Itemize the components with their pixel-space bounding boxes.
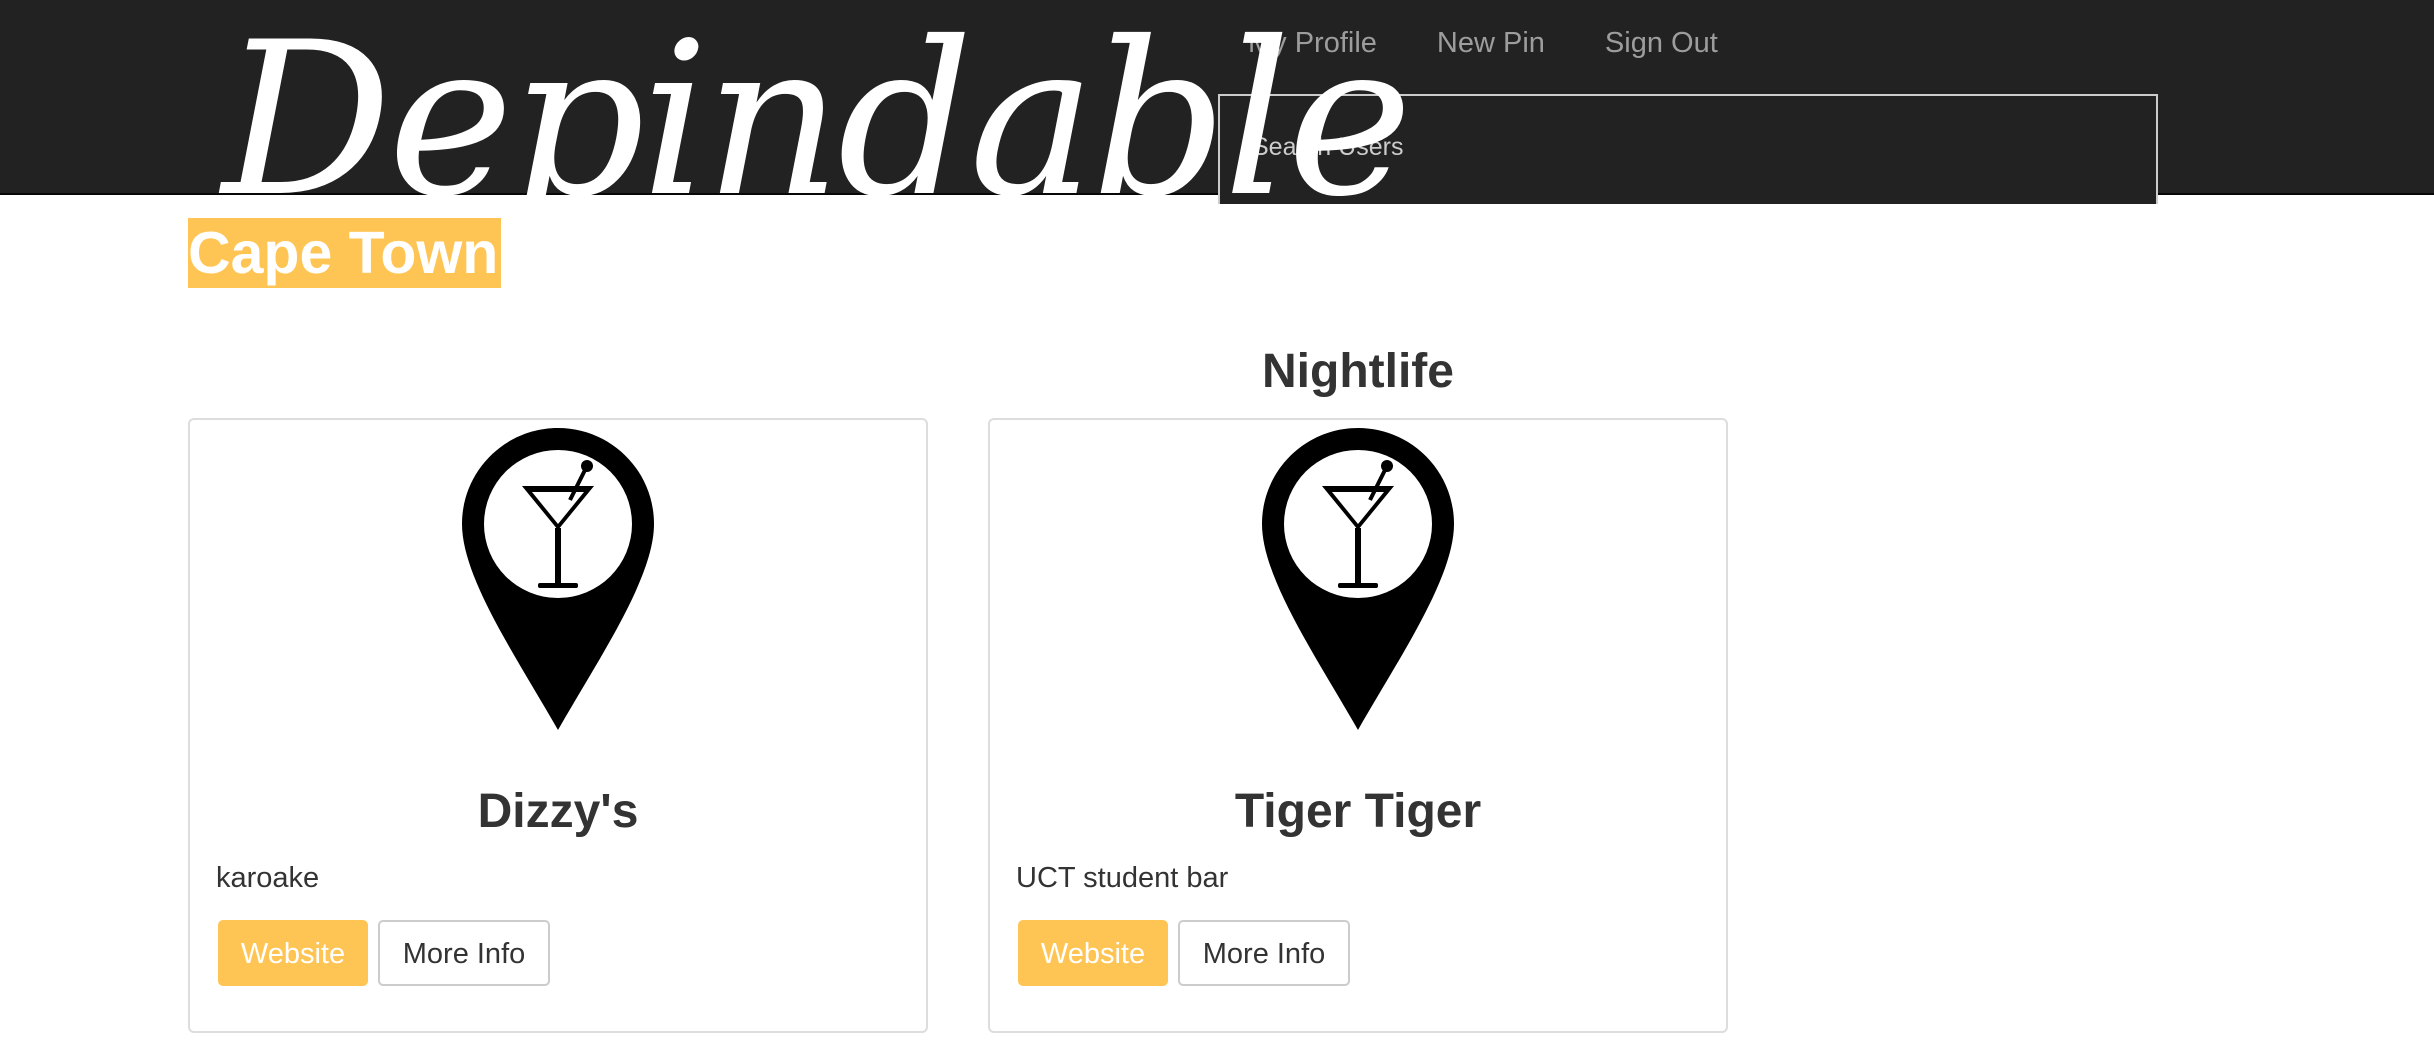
nav-link-sign-out[interactable]: Sign Out — [1575, 20, 1748, 66]
website-button[interactable]: Website — [1018, 920, 1168, 986]
section-title-text: Nightlife — [1262, 345, 1454, 398]
more-info-button[interactable]: More Info — [1178, 920, 1350, 986]
nav-link-new-pin[interactable]: New Pin — [1407, 20, 1575, 66]
pin-card: Dizzy's karoake Website More Info — [188, 418, 928, 1033]
cocktail-pin-icon — [462, 428, 654, 730]
section-title: Nightlife — [0, 342, 2434, 402]
cocktail-pin-icon — [1262, 428, 1454, 730]
website-button[interactable]: Website — [218, 920, 368, 986]
pin-description: UCT student bar — [1016, 862, 1229, 894]
pin-card: Tiger Tiger UCT student bar Website More… — [988, 418, 1728, 1033]
pin-title: Dizzy's — [477, 785, 639, 838]
brand-logo[interactable]: Depindable — [222, 0, 1413, 270]
pin-title: Tiger Tiger — [1234, 785, 1482, 838]
more-info-button[interactable]: More Info — [378, 920, 550, 986]
pin-description: karoake — [216, 862, 320, 894]
